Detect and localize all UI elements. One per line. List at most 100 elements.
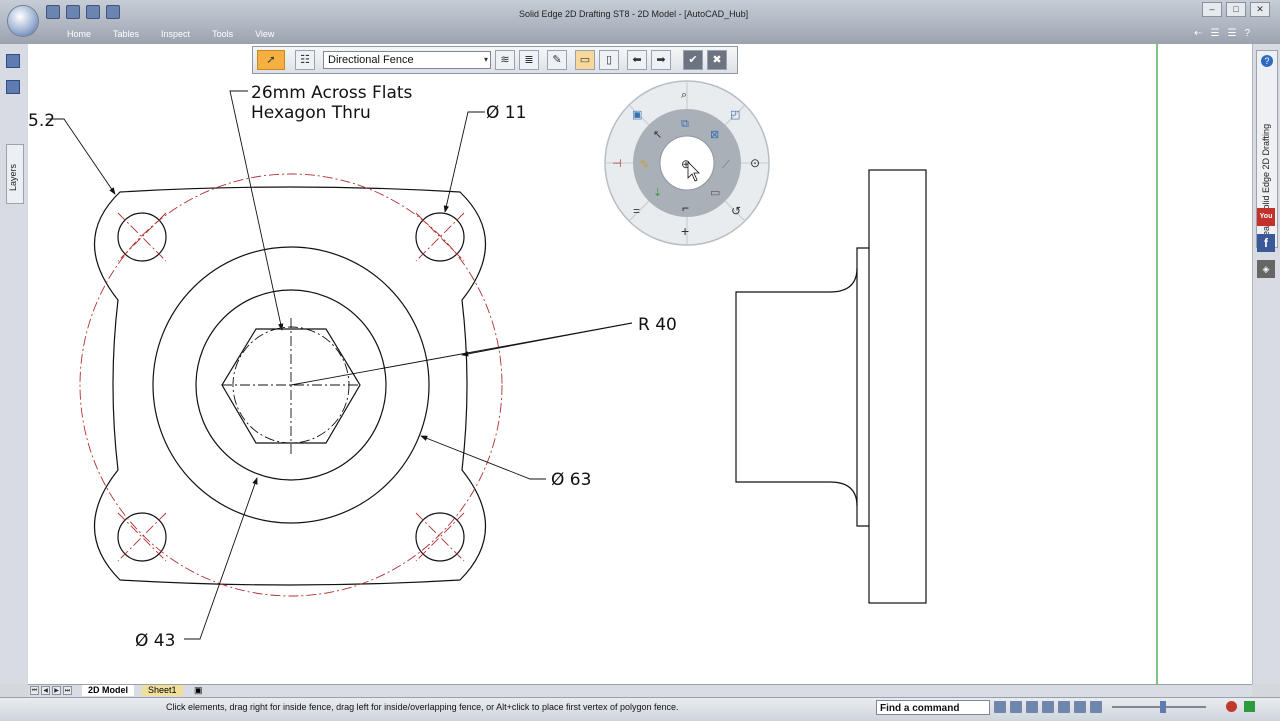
selection-mode-value: Directional Fence — [328, 54, 414, 66]
window-title: Solid Edge 2D Drafting ST8 - 2D Model - … — [519, 9, 749, 19]
arrow-left-icon: ⬅ — [632, 54, 642, 66]
web-link-icon[interactable]: ◈ — [1257, 260, 1275, 278]
layer-button[interactable]: ≋ — [495, 50, 515, 70]
label-r-40: R 40 — [638, 315, 677, 335]
title-bar: Solid Edge 2D Drafting ST8 - 2D Model - … — [0, 0, 1280, 44]
label-hexagon-thru: Hexagon Thru — [251, 103, 371, 123]
properties-button[interactable]: ☷ — [295, 50, 315, 70]
panel-pin-icon[interactable] — [6, 54, 20, 68]
youtube-icon[interactable]: You — [1257, 208, 1275, 226]
help-icon: ? — [1261, 55, 1273, 67]
select-arrow-icon: ➚ — [266, 54, 276, 66]
line-icon[interactable]: ⟋ — [722, 159, 730, 171]
grid-icon[interactable]: ⊠ — [710, 129, 719, 141]
page-icon: ▯ — [605, 54, 613, 66]
list-icon: ☷ — [300, 54, 310, 66]
prev-sheet-button[interactable]: ◀ — [41, 686, 50, 695]
rectangle-icon[interactable]: ▭ — [710, 187, 720, 199]
fence-inside-button[interactable]: ▭ — [575, 50, 595, 70]
arrow-down-icon[interactable]: ⇣ — [653, 187, 662, 199]
brush-icon: ✎ — [552, 54, 562, 66]
restore-button[interactable]: □ — [1226, 2, 1246, 17]
save-icon[interactable] — [46, 5, 60, 19]
customize-icon[interactable] — [106, 5, 120, 19]
zoom-slider[interactable] — [1100, 701, 1218, 713]
fence-overlap-button[interactable]: ▯ — [599, 50, 619, 70]
undo-icon[interactable] — [66, 5, 80, 19]
next-sheet-button[interactable]: ▶ — [52, 686, 61, 695]
app-logo-icon[interactable] — [8, 6, 38, 36]
left-panel: Layers — [0, 44, 29, 684]
options-icon[interactable]: ☰ — [1227, 28, 1236, 39]
zoom-area-icon[interactable] — [1010, 701, 1022, 713]
label-dia-63: Ø 63 — [551, 470, 591, 490]
menu-view[interactable]: View — [244, 29, 285, 39]
arrow-icon[interactable] — [994, 701, 1006, 713]
redo-icon[interactable] — [86, 5, 100, 19]
quick-access-toolbar — [46, 5, 120, 19]
corner-icon[interactable]: ⌐ — [682, 201, 689, 215]
command-bar: ➚ ☷ Directional Fence ▾ ≋ ≣ ✎ ▭ ▯ ⬅ ➡ ✔ … — [252, 46, 738, 74]
drawing-canvas[interactable]: 26mm Across Flats Hexagon Thru Ø 11 R 40… — [28, 44, 1252, 684]
circle-tool-icon[interactable]: ⊙ — [750, 156, 760, 170]
tab-sheet1[interactable]: Sheet1 — [142, 685, 183, 696]
first-sheet-button[interactable]: ⏮ — [30, 686, 39, 695]
next-button[interactable]: ➡ — [651, 50, 671, 70]
add-sheet-icon[interactable]: ▣ — [188, 685, 209, 696]
pan-icon[interactable] — [1058, 701, 1070, 713]
arrow-right-icon: ➡ — [656, 54, 666, 66]
find-command-input[interactable]: Find a command — [876, 700, 990, 715]
zoom-slider-thumb[interactable] — [1160, 701, 1166, 713]
selection-mode-select[interactable]: Directional Fence ▾ — [323, 51, 491, 69]
sheet-tab-bar: ⏮ ◀ ▶ ⏭ 2D Model Sheet1 ▣ — [28, 684, 1252, 697]
filter-icon: ≣ — [524, 54, 534, 66]
record-icon[interactable] — [1226, 701, 1237, 712]
filter-button[interactable]: ≣ — [519, 50, 539, 70]
close-button[interactable]: ✕ — [1250, 2, 1270, 17]
close-icon: ✖ — [712, 54, 722, 66]
check-icon: ✔ — [688, 54, 698, 66]
view-icon[interactable]: ◰ — [730, 109, 740, 121]
menu-tools[interactable]: Tools — [201, 29, 244, 39]
plus-icon[interactable]: + — [681, 223, 689, 239]
highlight-button[interactable]: ✎ — [547, 50, 567, 70]
label-cut-off: 5.2 — [28, 111, 55, 131]
cancel-button[interactable]: ✖ — [707, 50, 727, 70]
arc-icon[interactable]: ↺ — [731, 204, 741, 218]
pencil-icon[interactable]: ✎ — [640, 159, 649, 171]
box-icon[interactable]: ▣ — [632, 109, 642, 121]
ribbon-right-controls: ⇠ ☰ ☰ ? — [1194, 28, 1250, 39]
radial-menu[interactable]: ⌕ ◰ ▣ ⊣ ⊙ = ↺ + ↖ ⧉ ⊠ ✎ ⟋ ⇣ ▭ ⌐ ⊕ — [604, 80, 770, 246]
hand-icon[interactable] — [1074, 701, 1086, 713]
upload-icon[interactable] — [1244, 701, 1255, 712]
menu-tables[interactable]: Tables — [102, 29, 150, 39]
fit-icon[interactable]: ⧉ — [681, 118, 689, 130]
back-arrow-icon[interactable]: ⇠ — [1194, 28, 1202, 39]
dimension-icon[interactable]: ⊣ — [612, 158, 622, 170]
zoom-icon[interactable] — [1026, 701, 1038, 713]
last-sheet-button[interactable]: ⏭ — [63, 686, 72, 695]
minimize-button[interactable]: – — [1202, 2, 1222, 17]
ribbon-menu: Home Tables Inspect Tools View — [56, 29, 285, 39]
window-controls: – □ ✕ — [1202, 2, 1270, 17]
chevron-down-icon: ▾ — [483, 55, 488, 64]
leaders — [46, 90, 633, 640]
fit-icon[interactable] — [1042, 701, 1054, 713]
front-view — [93, 186, 487, 586]
select-icon[interactable]: ↖ — [653, 129, 662, 141]
panel-layers-icon[interactable] — [6, 80, 20, 94]
menu-lines-icon[interactable]: ☰ — [1211, 28, 1220, 39]
zoom-icon[interactable]: ⌕ — [681, 89, 687, 101]
tab-2d-model[interactable]: 2D Model — [82, 685, 135, 696]
facebook-icon[interactable]: f — [1257, 234, 1275, 252]
menu-inspect[interactable]: Inspect — [150, 29, 201, 39]
menu-home[interactable]: Home — [56, 29, 102, 39]
help-icon[interactable]: ? — [1244, 28, 1250, 39]
previous-button[interactable]: ⬅ — [627, 50, 647, 70]
equal-icon[interactable]: = — [633, 204, 640, 218]
layers-tab[interactable]: Layers — [6, 144, 24, 204]
accept-button[interactable]: ✔ — [683, 50, 703, 70]
label-dia-43: Ø 43 — [135, 631, 175, 651]
status-message: Click elements, drag right for inside fe… — [166, 702, 679, 712]
select-tool-button[interactable]: ➚ — [257, 50, 285, 70]
